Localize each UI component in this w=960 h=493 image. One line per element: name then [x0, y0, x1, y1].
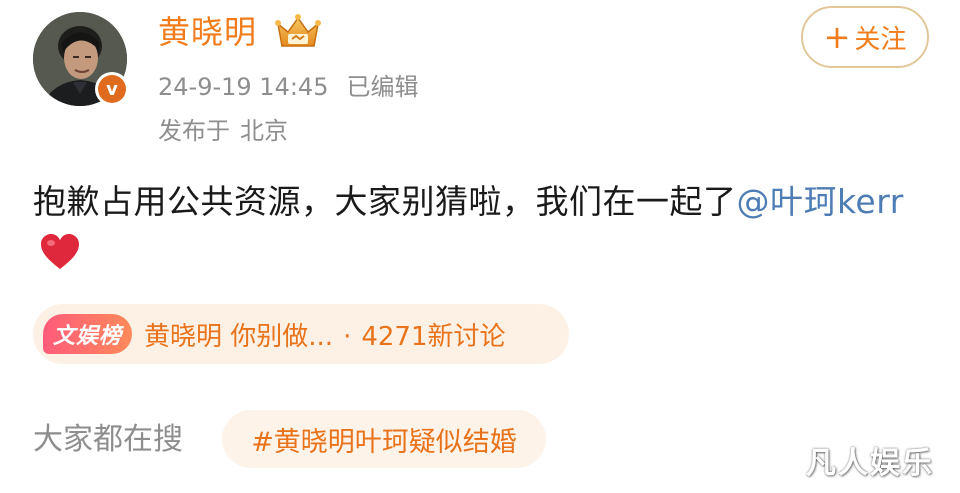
author-name[interactable]: 黄晓明: [158, 10, 257, 54]
post-meta: 24-9-19 14:45 已编辑: [158, 70, 418, 104]
post-text: 抱歉占用公共资源，大家别猜啦，我们在一起了: [33, 182, 737, 221]
heart-icon: [41, 234, 79, 269]
post-timestamp: 24-9-19 14:45: [158, 73, 329, 101]
watermark: 凡人娱乐: [806, 446, 934, 481]
hot-topic-title: 黄晓明 你别做...: [144, 321, 334, 352]
follow-button[interactable]: + 关注: [801, 6, 929, 68]
post-body: 抱歉占用公共资源，大家别猜啦，我们在一起了@叶珂kerr: [33, 176, 923, 280]
search-label: 大家都在搜: [33, 422, 183, 457]
post-location: 发布于 北京: [158, 114, 288, 148]
verified-badge-icon: v: [95, 72, 129, 106]
mention-link[interactable]: @叶珂kerr: [737, 182, 904, 221]
edited-label[interactable]: 已编辑: [346, 73, 418, 101]
hot-topic-pill[interactable]: 文娱榜 黄晓明 你别做... · 4271新讨论: [33, 304, 569, 364]
separator-dot: ·: [343, 321, 352, 352]
verified-mark: v: [98, 75, 126, 103]
follow-label: 关注: [854, 24, 907, 55]
plus-icon: +: [823, 18, 851, 56]
location-prefix: 发布于: [158, 117, 230, 145]
location-value: 北京: [240, 117, 288, 145]
crown-vip-icon: [275, 14, 321, 47]
weibo-post: v 黄晓明 24-9-19 14:45 已编辑 发布于 北京 + 关注 抱歉占用公共…: [0, 0, 960, 493]
discussion-count: 4271新讨论: [361, 321, 506, 352]
entertainment-rank-tag: 文娱榜: [43, 314, 133, 354]
hot-topic-text: 黄晓明 你别做... · 4271新讨论: [144, 316, 506, 353]
trending-search-chip[interactable]: #黄晓明叶珂疑似结婚: [222, 410, 546, 468]
